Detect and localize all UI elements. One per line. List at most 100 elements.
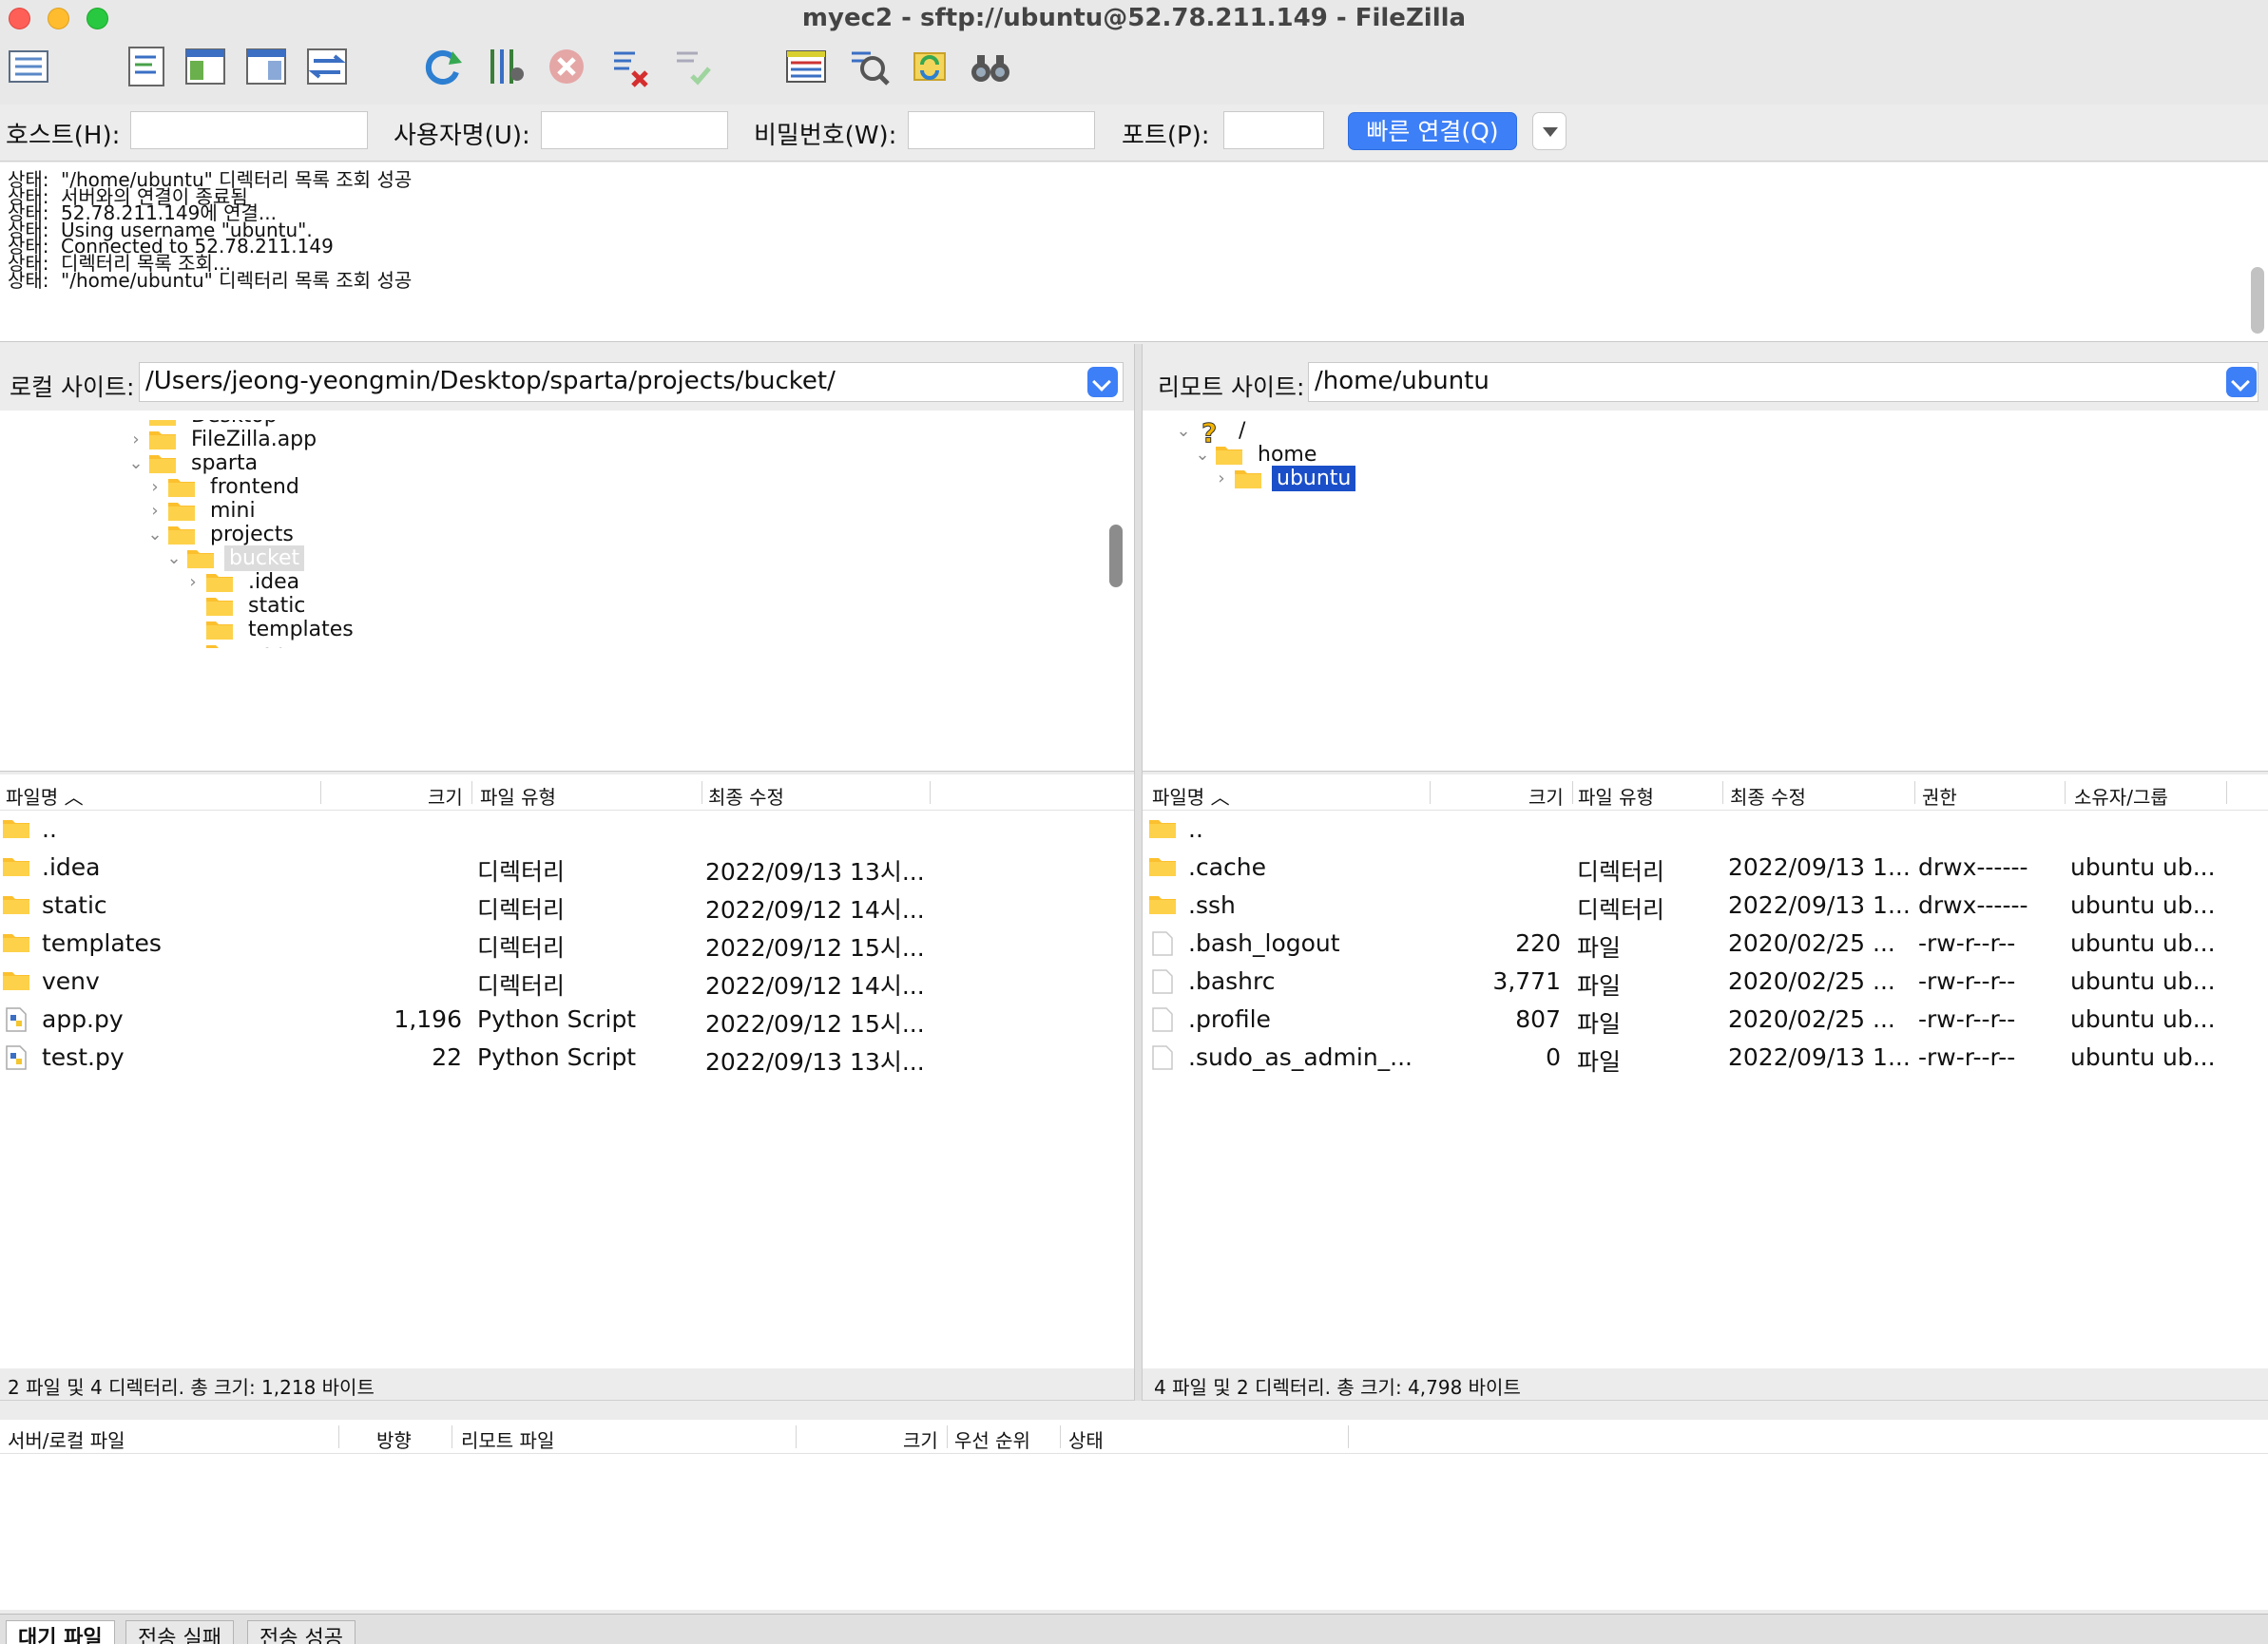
toggle-queue-icon[interactable] — [302, 42, 352, 91]
file-row[interactable]: app.py 1,196 Python Script 2022/09/12 15시..… — [0, 1001, 1134, 1039]
file-icon — [1148, 968, 1177, 995]
remote-col-permissions[interactable]: 권한 — [1922, 782, 1957, 810]
tab-queued-files[interactable]: 대기 파일 — [6, 1620, 115, 1644]
folder-icon — [1148, 854, 1177, 881]
quickconnect-history-dropdown[interactable] — [1532, 112, 1566, 150]
remote-path-input[interactable]: /home/ubuntu — [1308, 362, 2258, 402]
file-name: .cache — [1188, 853, 1266, 881]
local-path-input[interactable]: /Users/jeong-yeongmin/Desktop/sparta/pro… — [139, 362, 1124, 402]
window-title: myec2 - sftp://ubuntu@52.78.211.149 - Fi… — [801, 4, 1467, 32]
remote-site-bar: 리모트 사이트: /home/ubuntu — [1143, 344, 2268, 411]
queue-col-remote[interactable]: 리모트 파일 — [461, 1425, 554, 1453]
tree-node-ubuntu[interactable]: › ubuntu — [1209, 462, 1356, 494]
file-row[interactable]: .cache 디렉터리 2022/09/13 1... drwx------ ubunt… — [1143, 849, 2268, 887]
folder-icon — [2, 854, 30, 881]
file-row[interactable]: templates 디렉터리 2022/09/12 15시... — [0, 925, 1134, 963]
local-file-list[interactable]: 파일명 ︿ 크기 파일 유형 최종 수정 .. .idea 디렉터리 2022/09/… — [0, 774, 1134, 1368]
site-manager-icon[interactable] — [4, 42, 53, 91]
local-col-type[interactable]: 파일 유형 — [480, 782, 556, 810]
file-perms: -rw-r--r-- — [1918, 1043, 2016, 1071]
log-status-key: 상태: — [8, 268, 49, 292]
password-input[interactable] — [908, 111, 1095, 149]
remote-col-type[interactable]: 파일 유형 — [1578, 782, 1654, 810]
toggle-log-icon[interactable] — [122, 42, 171, 91]
file-row[interactable]: .sudo_as_admin_... 0 파일 2022/09/13 1... -rw-… — [1143, 1039, 2268, 1077]
file-row[interactable]: .idea 디렉터리 2022/09/13 13시... — [0, 849, 1134, 887]
file-row[interactable]: .ssh 디렉터리 2022/09/13 1... drwx------ ubuntu … — [1143, 887, 2268, 925]
folder-icon — [2, 892, 30, 919]
remote-col-name[interactable]: 파일명 ︿ — [1152, 782, 1230, 810]
queue-col-size[interactable]: 크기 — [903, 1425, 938, 1453]
disconnect-icon[interactable] — [605, 42, 654, 91]
quickconnect-bar: 호스트(H): 사용자명(U): 비밀번호(W): 포트(P): 빠른 연결(Q… — [0, 105, 2268, 162]
file-row[interactable]: .. — [0, 811, 1134, 849]
toggle-remote-tree-icon[interactable] — [241, 42, 291, 91]
file-row[interactable]: .bash_logout 220 파일 2020/02/25 ... -rw-r--r-… — [1143, 925, 2268, 963]
remote-col-size[interactable]: 크기 — [1528, 782, 1564, 810]
file-row[interactable]: .profile 807 파일 2020/02/25 ... -rw-r--r-- ubu… — [1143, 1001, 2268, 1039]
expand-chevron-icon[interactable]: › — [1209, 468, 1234, 488]
cancel-icon[interactable] — [542, 42, 591, 91]
remote-directory-tree[interactable]: ⌄? / ⌄ home › ubuntu — [1143, 411, 2268, 772]
local-col-size[interactable]: 크기 — [428, 782, 463, 810]
compare-icon[interactable] — [781, 42, 831, 91]
tab-successful-transfers[interactable]: 전송 성공 — [247, 1620, 356, 1644]
local-directory-tree[interactable]: Desktop › FileZilla.app ⌄ sparta › frontend › mi… — [0, 411, 1134, 772]
port-input[interactable] — [1223, 111, 1324, 149]
file-modified: 2022/09/13 13시... — [705, 1048, 925, 1076]
file-modified: 2022/09/13 13시... — [705, 858, 925, 886]
file-row[interactable]: static 디렉터리 2022/09/12 14시... — [0, 887, 1134, 925]
remote-file-list[interactable]: 파일명 ︿ 크기 파일 유형 최종 수정 권한 소유자/그룹 .. .cache 디… — [1143, 774, 2268, 1368]
toggle-local-tree-icon[interactable] — [181, 42, 230, 91]
local-col-name[interactable]: 파일명 ︿ — [6, 782, 84, 810]
log-scrollbar[interactable] — [2251, 267, 2264, 334]
folder-icon — [2, 930, 30, 957]
queue-col-file[interactable]: 서버/로컬 파일 — [8, 1425, 125, 1453]
file-name: venv — [42, 967, 100, 995]
refresh-icon[interactable] — [418, 42, 468, 91]
file-name: .bashrc — [1188, 967, 1276, 995]
message-log[interactable]: 상태: "/home/ubuntu" 디렉터리 목록 조회 성공 상태: 서버와의 연… — [0, 162, 2268, 342]
file-modified: 2022/09/13 1... — [1728, 891, 1911, 919]
tree-node-venv[interactable]: › venv — [181, 637, 304, 649]
file-type: Python Script — [477, 1043, 637, 1071]
file-owner: ubuntu ub... — [2070, 1043, 2216, 1071]
remote-file-list-header: 파일명 ︿ 크기 파일 유형 최종 수정 권한 소유자/그룹 — [1143, 774, 2268, 811]
file-row[interactable]: .bashrc 3,771 파일 2020/02/25 ... -rw-r--r-- ub… — [1143, 963, 2268, 1001]
queue-col-direction[interactable]: 방향 — [376, 1425, 412, 1453]
title-bar: myec2 - sftp://ubuntu@52.78.211.149 - Fi… — [0, 0, 2268, 36]
remote-col-owner[interactable]: 소유자/그룹 — [2074, 782, 2168, 810]
pane-splitter[interactable] — [1134, 344, 1143, 1401]
filter-settings-icon[interactable] — [481, 42, 530, 91]
file-row[interactable]: venv 디렉터리 2022/09/12 14시... — [0, 963, 1134, 1001]
expand-chevron-icon[interactable]: › — [181, 643, 205, 649]
transfer-queue[interactable]: 서버/로컬 파일 방향 리모트 파일 크기 우선 순위 상태 — [0, 1420, 2268, 1610]
file-owner: ubuntu ub... — [2070, 1005, 2216, 1033]
local-site-label: 로컬 사이트: — [10, 373, 135, 401]
sort-ascending-icon: ︿ — [64, 786, 84, 809]
find-files-icon[interactable] — [966, 42, 1015, 91]
remote-path-dropdown[interactable] — [2226, 367, 2257, 397]
file-row[interactable]: .. — [1143, 811, 2268, 849]
tab-failed-transfers[interactable]: 전송 실패 — [125, 1620, 234, 1644]
username-input[interactable] — [541, 111, 728, 149]
file-perms: drwx------ — [1918, 891, 2028, 919]
reconnect-icon[interactable] — [667, 42, 717, 91]
quickconnect-button[interactable]: 빠른 연결(Q) — [1348, 112, 1517, 150]
folder-icon — [2, 968, 30, 995]
local-col-modified[interactable]: 최종 수정 — [708, 782, 784, 810]
queue-col-status[interactable]: 상태 — [1068, 1425, 1104, 1453]
queue-col-priority[interactable]: 우선 순위 — [954, 1425, 1030, 1453]
search-remote-icon[interactable] — [844, 42, 894, 91]
remote-col-modified[interactable]: 최종 수정 — [1730, 782, 1806, 810]
python-file-icon — [2, 1006, 30, 1033]
local-path-dropdown[interactable] — [1087, 367, 1118, 397]
host-input[interactable] — [130, 111, 368, 149]
local-tree-scrollbar[interactable] — [1109, 525, 1123, 587]
local-file-list-header: 파일명 ︿ 크기 파일 유형 최종 수정 — [0, 774, 1134, 811]
sync-browse-icon[interactable] — [905, 42, 954, 91]
python-file-icon — [2, 1044, 30, 1071]
file-row[interactable]: test.py 22 Python Script 2022/09/13 13시... — [0, 1039, 1134, 1077]
file-perms: drwx------ — [1918, 853, 2028, 881]
file-name: test.py — [42, 1043, 125, 1071]
